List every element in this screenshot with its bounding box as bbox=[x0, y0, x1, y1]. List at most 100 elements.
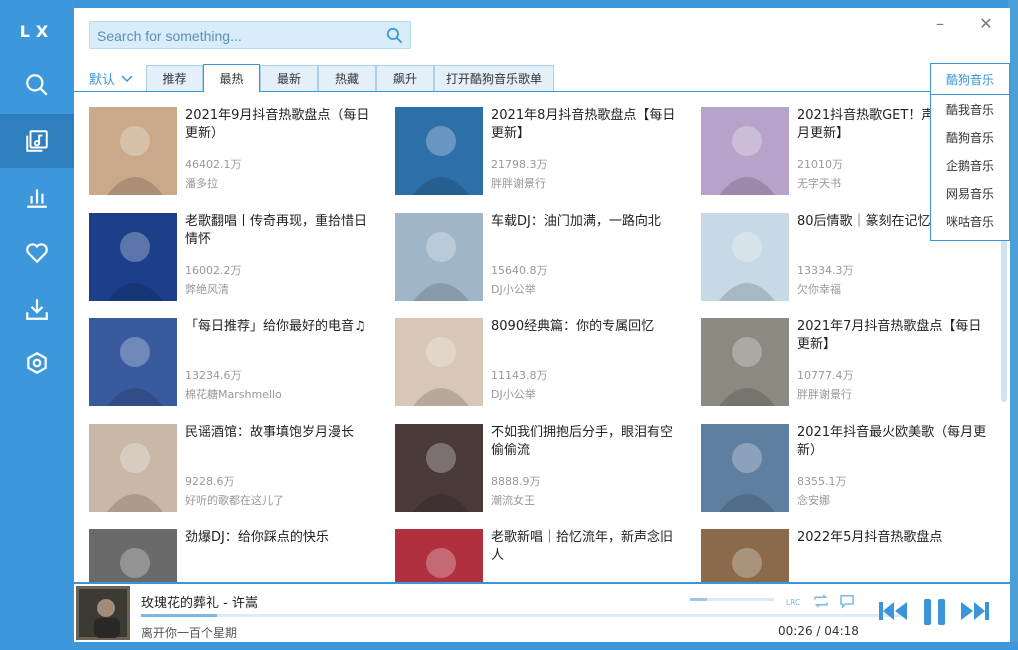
comment-icon[interactable] bbox=[838, 592, 856, 610]
playlist-title[interactable]: 2021年8月抖音热歌盘点【每日更新】 bbox=[491, 107, 685, 143]
playlist-cover[interactable] bbox=[89, 213, 177, 301]
tab-hot[interactable]: 最热 bbox=[203, 64, 260, 92]
playlist-cover[interactable] bbox=[89, 424, 177, 512]
source-selected[interactable]: 酷狗音乐 bbox=[931, 64, 1009, 95]
tab-hot-collect[interactable]: 热藏 bbox=[318, 65, 376, 91]
heart-icon bbox=[26, 243, 48, 264]
playlist-title[interactable]: 劲爆DJ：给你踩点的快乐 bbox=[185, 529, 379, 547]
time-separator: / bbox=[816, 624, 821, 638]
repeat-icon[interactable] bbox=[812, 592, 830, 610]
playlist-title[interactable]: 2021年抖音最火欧美歌（每月更新） bbox=[797, 424, 991, 460]
playlist-card[interactable]: 劲爆DJ：给你踩点的快乐 bbox=[89, 529, 379, 582]
playlist-title[interactable]: 2021年7月抖音热歌盘点【每日更新】 bbox=[797, 318, 991, 354]
playlist-cover[interactable] bbox=[89, 529, 177, 582]
next-button[interactable] bbox=[960, 600, 990, 626]
sort-dropdown[interactable]: 默认 bbox=[89, 69, 133, 88]
playlist-cover[interactable] bbox=[395, 107, 483, 195]
search-box[interactable] bbox=[89, 21, 411, 49]
search-input[interactable] bbox=[95, 25, 379, 47]
lyric-toggle-icon[interactable]: LRC bbox=[786, 592, 804, 610]
playlist-card[interactable]: 8090经典篇：你的专属回忆 11143.8万 DJ小公举 bbox=[395, 318, 685, 406]
nav-search[interactable] bbox=[0, 58, 74, 112]
playlist-title[interactable]: 车载DJ：油门加满，一路向北 bbox=[491, 213, 685, 231]
playlist-cover[interactable] bbox=[701, 318, 789, 406]
source-option[interactable]: 企鹅音乐 bbox=[931, 151, 1009, 179]
playlist-title[interactable]: 民谣酒馆：故事填饱岁月漫长 bbox=[185, 424, 379, 442]
playlist-card[interactable]: 2021年9月抖音热歌盘点（每日更新） 46402.1万 潘多拉 bbox=[89, 107, 379, 195]
pause-button[interactable] bbox=[922, 598, 948, 630]
playlist-title[interactable]: 老歌翻唱丨传奇再现，重拾惜日情怀 bbox=[185, 213, 379, 249]
playlist-card[interactable]: 老歌翻唱丨传奇再现，重拾惜日情怀 16002.2万 弊绝风清 bbox=[89, 213, 379, 301]
playlist-title[interactable]: 2022年5月抖音热歌盘点 bbox=[797, 529, 991, 547]
volume-slider[interactable] bbox=[690, 598, 774, 601]
nav-favorites[interactable] bbox=[0, 226, 74, 280]
pause-icon bbox=[924, 599, 945, 625]
playlist-card[interactable]: 2021年抖音最火欧美歌（每月更新） 8355.1万 念安娜 bbox=[701, 424, 991, 512]
current-time: 00:26 bbox=[778, 624, 813, 638]
playlist-title[interactable]: 老歌新唱｜拾忆流年，新声念旧人 bbox=[491, 529, 685, 565]
source-option[interactable]: 酷我音乐 bbox=[931, 95, 1009, 123]
playlist-author: 胖胖谢景行 bbox=[797, 388, 852, 401]
playlist-author: 念安娜 bbox=[797, 494, 830, 507]
progress-bar[interactable] bbox=[141, 614, 905, 617]
playlist-card[interactable]: 车载DJ：油门加满，一路向北 15640.8万 DJ小公举 bbox=[395, 213, 685, 301]
playlist-cover[interactable] bbox=[701, 213, 789, 301]
playlist-author: 胖胖谢景行 bbox=[491, 177, 546, 190]
playlist-grid: 2021年9月抖音热歌盘点（每日更新） 46402.1万 潘多拉 2021年8月抖音热… bbox=[74, 100, 1010, 582]
playlist-play-count: 8888.9万 bbox=[491, 475, 541, 488]
tab-rising[interactable]: 飙升 bbox=[376, 65, 434, 91]
playlist-author: DJ小公举 bbox=[491, 283, 536, 296]
player-bar: 玫瑰花的葬礼 - 许嵩 离开你一百个星期 00:26 / 04:18 LRC bbox=[74, 582, 1010, 642]
close-button[interactable]: ✕ bbox=[978, 16, 994, 32]
prev-button[interactable] bbox=[878, 600, 908, 626]
playlist-cover[interactable] bbox=[701, 424, 789, 512]
nav-songlist[interactable] bbox=[0, 114, 74, 168]
tab-recommend[interactable]: 推荐 bbox=[146, 65, 203, 91]
playlist-author: 好听的歌都在这儿了 bbox=[185, 494, 284, 507]
playlist-cover[interactable] bbox=[395, 318, 483, 406]
playlist-cover[interactable] bbox=[89, 107, 177, 195]
nav-leaderboard[interactable] bbox=[0, 170, 74, 224]
skip-back-icon bbox=[879, 602, 907, 620]
playlist-play-count: 13334.3万 bbox=[797, 264, 854, 277]
play-time: 00:26 / 04:18 bbox=[778, 624, 859, 638]
tab-open-songlist[interactable]: 打开酷狗音乐歌单 bbox=[434, 65, 554, 91]
app-logo: LX bbox=[19, 22, 55, 41]
source-option[interactable]: 网易音乐 bbox=[931, 179, 1009, 207]
playlist-card[interactable]: 「每日推荐」给你最好的电音♫ 13234.6万 棉花糖Marshmello bbox=[89, 318, 379, 406]
playlist-author: 潮流女王 bbox=[491, 494, 535, 507]
playlist-card[interactable]: 2022年5月抖音热歌盘点 bbox=[701, 529, 991, 582]
minimize-button[interactable]: – bbox=[932, 16, 948, 32]
album-cover[interactable] bbox=[76, 586, 130, 640]
song-title: 玫瑰花的葬礼 - 许嵩 bbox=[141, 596, 258, 611]
playlist-cover[interactable] bbox=[395, 424, 483, 512]
playlist-play-count: 11143.8万 bbox=[491, 369, 548, 382]
source-option[interactable]: 咪咕音乐 bbox=[931, 207, 1009, 235]
search-icon[interactable] bbox=[385, 26, 404, 45]
source-dropdown[interactable]: 酷狗音乐 酷我音乐 酷狗音乐 企鹅音乐 网易音乐 咪咕音乐 bbox=[930, 63, 1010, 241]
playlist-cover[interactable] bbox=[701, 107, 789, 195]
search-icon bbox=[26, 74, 48, 96]
playlist-title[interactable]: 8090经典篇：你的专属回忆 bbox=[491, 318, 685, 336]
nav-download[interactable] bbox=[0, 282, 74, 336]
playlist-card[interactable]: 2021年8月抖音热歌盘点【每日更新】 21798.3万 胖胖谢景行 bbox=[395, 107, 685, 195]
tab-new[interactable]: 最新 bbox=[260, 65, 318, 91]
playlist-author: 无字天书 bbox=[797, 177, 841, 190]
source-option[interactable]: 酷狗音乐 bbox=[931, 123, 1009, 151]
playlist-play-count: 21798.3万 bbox=[491, 158, 548, 171]
playlist-cover[interactable] bbox=[89, 318, 177, 406]
playlist-card[interactable]: 民谣酒馆：故事填饱岁月漫长 9228.6万 好听的歌都在这儿了 bbox=[89, 424, 379, 512]
playlist-title[interactable]: 「每日推荐」给你最好的电音♫ bbox=[185, 318, 379, 336]
playlist-cover[interactable] bbox=[395, 529, 483, 582]
playlist-play-count: 16002.2万 bbox=[185, 264, 242, 277]
playlist-title[interactable]: 不如我们拥抱后分手，眼泪有空偷偷流 bbox=[491, 424, 685, 460]
playlist-cover[interactable] bbox=[701, 529, 789, 582]
playlist-cover[interactable] bbox=[395, 213, 483, 301]
playlist-card[interactable]: 不如我们拥抱后分手，眼泪有空偷偷流 8888.9万 潮流女王 bbox=[395, 424, 685, 512]
window-frame-bottom bbox=[0, 642, 1018, 650]
playlist-title[interactable]: 2021年9月抖音热歌盘点（每日更新） bbox=[185, 107, 379, 143]
playlist-card[interactable]: 老歌新唱｜拾忆流年，新声念旧人 bbox=[395, 529, 685, 582]
nav-settings[interactable] bbox=[0, 336, 74, 390]
playlist-card[interactable]: 2021年7月抖音热歌盘点【每日更新】 10777.4万 胖胖谢景行 bbox=[701, 318, 991, 406]
total-time: 04:18 bbox=[824, 624, 859, 638]
